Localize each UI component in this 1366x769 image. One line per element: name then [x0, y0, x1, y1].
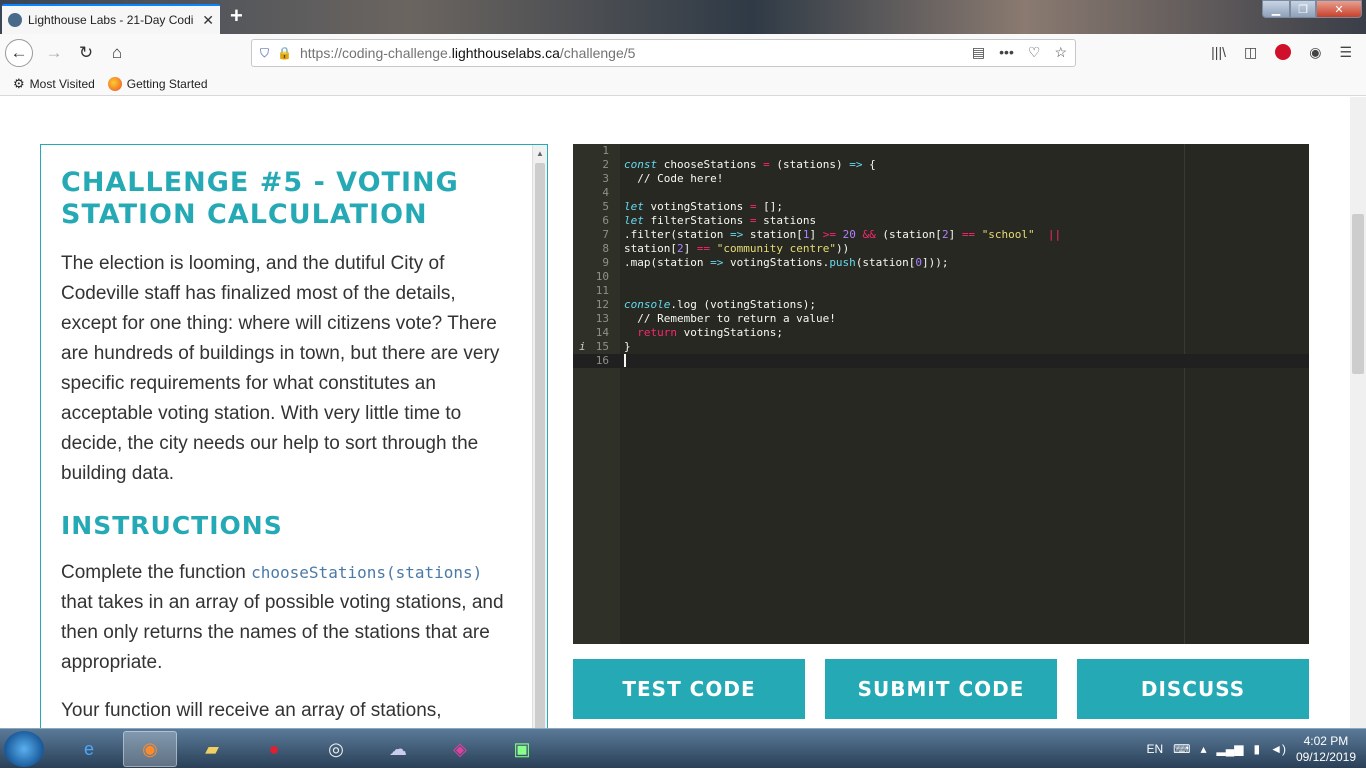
show-hidden-icon[interactable]: ▴ [1200, 742, 1206, 756]
keyboard-icon[interactable]: ⌨ [1173, 742, 1190, 756]
browser-tab[interactable]: Lighthouse Labs - 21-Day Codi ✕ [2, 4, 220, 34]
media-app-icon[interactable]: ◈ [433, 731, 487, 767]
window-controls: ▁ ❐ ✕ [1262, 0, 1362, 18]
file-explorer-icon[interactable]: ▰ [185, 731, 239, 767]
instructions-text: Complete the function chooseStations(sta… [61, 562, 504, 673]
function-name-code: chooseStations(stations) [251, 563, 483, 582]
trend-micro-taskbar-icon[interactable]: ● [247, 731, 301, 767]
menu-icon[interactable]: ☰ [1339, 44, 1352, 61]
panel-scrollbar[interactable]: ▲ [532, 145, 547, 743]
challenge-title: CHALLENGE #5 - VOTING STATION CALCULATIO… [61, 167, 459, 230]
code-line-active: 16 [573, 354, 1309, 368]
page-scroll-thumb[interactable] [1352, 214, 1364, 374]
back-button[interactable]: ← [5, 39, 33, 67]
url-text[interactable]: https://coding-challenge.lighthouselabs.… [300, 45, 635, 61]
panel-scroll-thumb[interactable] [535, 163, 545, 743]
reload-button[interactable]: ↻ [72, 39, 100, 67]
test-code-button[interactable]: TEST CODE [573, 659, 805, 719]
code-line: 3 // Code here! [602, 172, 724, 185]
address-bar[interactable]: ⛉ 🔒 https://coding-challenge.lighthousel… [251, 39, 1076, 67]
bookmark-getting-started[interactable]: Getting Started [107, 76, 208, 91]
code-line: i 15} [579, 340, 631, 353]
volume-icon[interactable]: ◄) [1270, 742, 1286, 756]
language-indicator[interactable]: EN [1146, 742, 1163, 756]
close-window-button[interactable]: ✕ [1316, 0, 1362, 18]
instructions-heading: INSTRUCTIONS [61, 511, 283, 540]
challenge-description-panel[interactable]: CHALLENGE #5 - VOTING STATION CALCULATIO… [40, 144, 548, 744]
sidebar-icon[interactable]: ◫ [1244, 44, 1257, 61]
site-favicon-icon [8, 13, 22, 27]
code-line: 8 station[2] == "community centre")) [602, 242, 850, 255]
discuss-button[interactable]: DISCUSS [1077, 659, 1309, 719]
bookmark-most-visited[interactable]: ⚙ Most Visited [13, 76, 95, 92]
start-button[interactable] [4, 731, 44, 767]
code-line: 9 .map(station => votingStations.push(sta… [602, 256, 949, 269]
toolbar-right: |||\ ◫ ◉ ☰ [1211, 44, 1352, 61]
new-tab-button[interactable]: + [230, 3, 243, 29]
account-icon[interactable]: ◉ [1309, 44, 1321, 61]
firefox-taskbar-icon[interactable]: ◉ [123, 731, 177, 767]
system-tray: EN ⌨ ▴ ▂▄▆ ▮ ◄) 4:02 PM 09/12/2019 [1146, 729, 1356, 769]
window-titlebar: Lighthouse Labs - 21-Day Codi ✕ + ▁ ❐ ✕ [0, 0, 1366, 34]
clock[interactable]: 4:02 PM 09/12/2019 [1296, 733, 1356, 765]
tab-title: Lighthouse Labs - 21-Day Codi [28, 13, 194, 27]
code-line: 12 console.log (votingStations); [595, 298, 817, 311]
tab-close-icon[interactable]: ✕ [202, 12, 214, 29]
maximize-button[interactable]: ❐ [1290, 0, 1316, 18]
library-icon[interactable]: |||\ [1211, 44, 1226, 61]
code-line: 13 // Remember to return a value! [595, 312, 836, 325]
code-line: 14 return votingStations; [595, 326, 783, 339]
cd-app-icon[interactable]: ◎ [309, 731, 363, 767]
weather-app-icon[interactable]: ☁ [371, 731, 425, 767]
code-line: 5 let votingStations = []; [602, 200, 783, 213]
signal-icon[interactable]: ▂▄▆ [1216, 742, 1243, 756]
forward-button[interactable]: → [40, 39, 68, 67]
code-line: 11 [595, 284, 609, 297]
page-scrollbar[interactable] [1350, 97, 1366, 728]
reader-view-icon[interactable]: ▤ [972, 44, 985, 61]
power-icon[interactable]: ▮ [1253, 742, 1260, 756]
terminal-app-icon[interactable]: ▣ [495, 731, 549, 767]
code-line: 7 .filter(station => station[1] >= 20 && … [602, 228, 1062, 241]
text-cursor [624, 354, 626, 367]
code-line: 10 [595, 270, 609, 283]
challenge-intro: The election is looming, and the dutiful… [61, 253, 500, 484]
page-content: CHALLENGE #5 - VOTING STATION CALCULATIO… [0, 97, 1350, 744]
next-paragraph: Your function will receive an array of s… [61, 700, 442, 721]
gear-icon: ⚙ [13, 75, 25, 91]
lock-icon[interactable]: 🔒 [277, 46, 292, 60]
submit-code-button[interactable]: SUBMIT CODE [825, 659, 1057, 719]
firefox-icon [107, 76, 122, 91]
code-line: 4 [602, 186, 609, 199]
bookmarks-bar: ⚙ Most Visited Getting Started [0, 72, 1366, 96]
code-line: 6 let filterStations = stations [602, 214, 817, 227]
code-line: 2 const chooseStations = (stations) => { [602, 158, 876, 171]
bookmark-star-icon[interactable]: ☆ [1054, 44, 1067, 61]
windows-taskbar: e ◉ ▰ ● ◎ ☁ ◈ ▣ EN ⌨ ▴ ▂▄▆ ▮ ◄) 4:02 PM … [0, 728, 1366, 768]
home-button[interactable]: ⌂ [103, 39, 131, 67]
minimize-button[interactable]: ▁ [1262, 0, 1290, 18]
tracking-shield-icon[interactable]: ⛉ [260, 46, 269, 61]
internet-explorer-icon[interactable]: e [62, 731, 116, 767]
page-actions-icon[interactable]: ••• [999, 44, 1014, 61]
code-editor[interactable]: 1 2 const chooseStations = (stations) => … [573, 144, 1309, 644]
scroll-up-icon[interactable]: ▲ [536, 149, 544, 158]
navigation-toolbar: ← → ↻ ⌂ ⛉ 🔒 https://coding-challenge.lig… [0, 34, 1366, 72]
code-line: 1 [602, 144, 609, 157]
pocket-icon[interactable]: ♡ [1028, 44, 1041, 61]
trend-micro-icon[interactable] [1275, 44, 1292, 60]
